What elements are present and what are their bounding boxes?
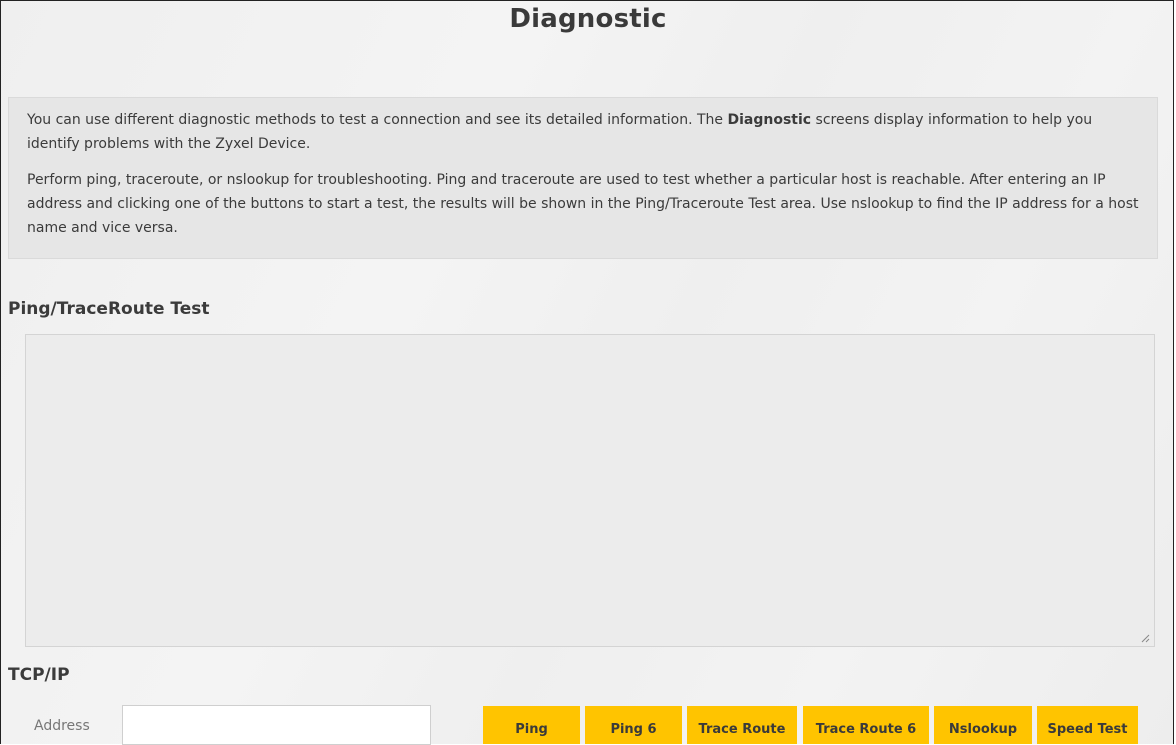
trace-route-button[interactable]: Trace Route	[687, 706, 797, 744]
description-box: You can use different diagnostic methods…	[8, 97, 1158, 259]
ping-button[interactable]: Ping	[483, 706, 580, 744]
ping-section-title: Ping/TraceRoute Test	[8, 299, 210, 319]
description-bold-term: Diagnostic	[727, 112, 812, 128]
ping-result-textarea[interactable]	[25, 334, 1155, 647]
description-paragraph-2: Perform ping, traceroute, or nslookup fo…	[27, 172, 1139, 236]
description-text: You can use different diagnostic methods…	[27, 112, 728, 128]
address-input[interactable]	[122, 705, 431, 745]
trace-route6-button[interactable]: Trace Route 6	[803, 706, 929, 744]
address-label: Address	[34, 718, 90, 734]
description-paragraph-1: You can use different diagnostic methods…	[27, 108, 1149, 156]
nslookup-button[interactable]: Nslookup	[934, 706, 1032, 744]
ping6-button[interactable]: Ping 6	[585, 706, 682, 744]
tcpip-section-title: TCP/IP	[8, 665, 70, 685]
page-title: Diagnostic	[509, 4, 667, 34]
resize-grip-icon[interactable]	[1140, 633, 1150, 643]
speed-test-button[interactable]: Speed Test	[1037, 706, 1138, 744]
